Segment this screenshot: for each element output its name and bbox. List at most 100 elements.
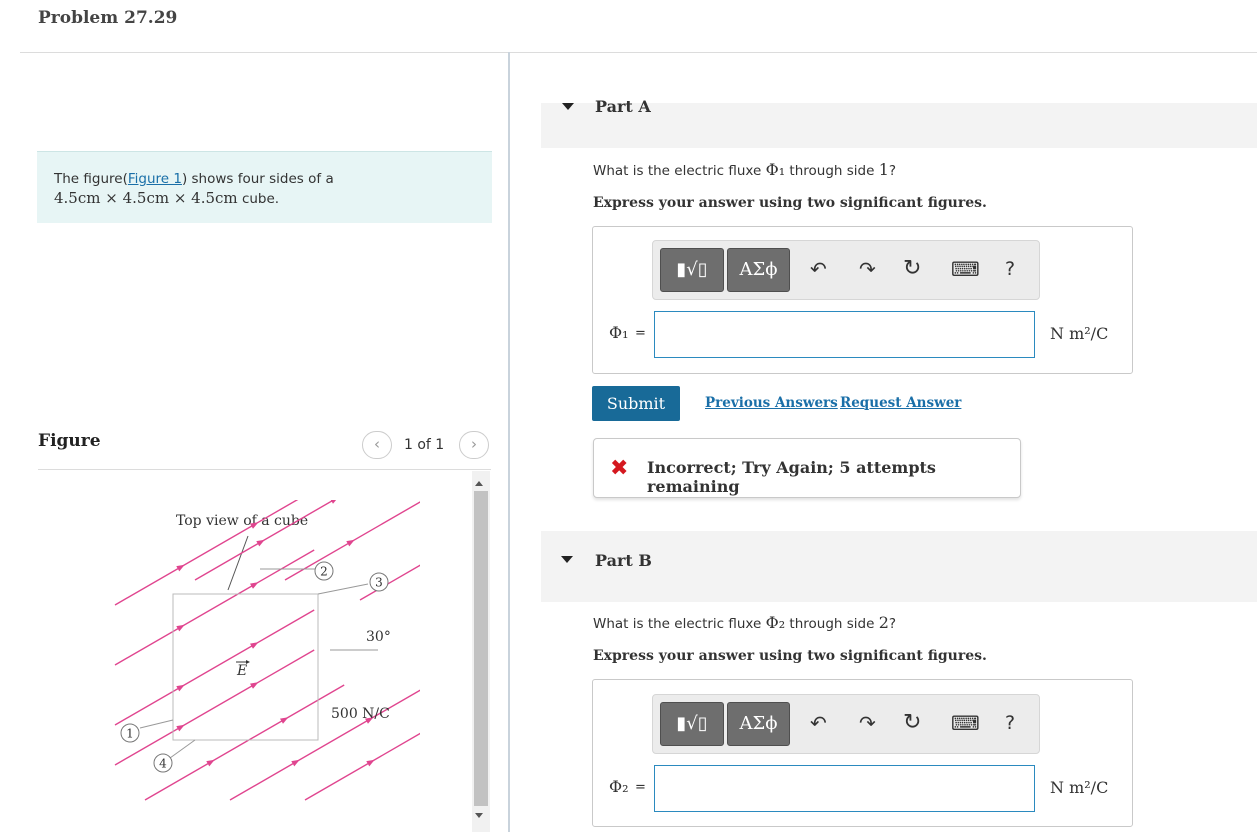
equals-sign: = <box>635 326 646 341</box>
field-arrowhead <box>176 724 185 732</box>
question-end: ? <box>888 616 897 632</box>
part-a-answer-box: ▮√▯ ΑΣϕ ↶ ↷ ↻ ⌨ ? Φ₁ = N m²/C <box>592 226 1133 374</box>
field-arrowhead <box>279 717 289 724</box>
figure-pager-text: 1 of 1 <box>404 437 445 453</box>
panel-divider[interactable] <box>508 52 510 832</box>
statement-text-before: The figure( <box>54 171 128 187</box>
vector-arrowhead-icon <box>246 660 250 664</box>
field-arrowhead <box>249 642 259 649</box>
submit-button[interactable]: Submit <box>592 386 680 421</box>
cube-dimensions: 4.5cm × 4.5cm × 4.5cm <box>54 189 238 207</box>
redo-icon[interactable]: ↷ <box>859 257 876 281</box>
field-arrowhead <box>366 759 375 767</box>
feedback-text: Incorrect; Try Again; 5 attempts remaini… <box>647 458 936 496</box>
answer-symbol: Φ₁ <box>609 323 629 342</box>
side-number: 1 <box>878 160 889 179</box>
side-2-label: 2 <box>320 565 328 579</box>
question-text-middle: through side <box>785 616 879 632</box>
templates-button[interactable]: ▮√▯ <box>660 702 724 746</box>
problem-title: Problem 27.29 <box>38 8 178 28</box>
part-a-title[interactable]: Part A <box>595 97 651 116</box>
field-arrowhead <box>249 582 259 589</box>
answer-input[interactable] <box>654 765 1035 812</box>
answer-symbol: Φ₂ <box>609 777 629 796</box>
field-vector-label: E <box>236 663 247 679</box>
feedback-panel: ✖ Incorrect; Try Again; 5 attempts remai… <box>593 438 1021 498</box>
field-line <box>359 564 420 601</box>
redo-icon[interactable]: ↷ <box>859 711 876 735</box>
answer-unit: N m²/C <box>1050 324 1109 343</box>
field-line <box>194 500 335 581</box>
next-figure-button[interactable]: › <box>459 431 489 459</box>
field-arrowhead <box>206 759 215 767</box>
caret-down-icon[interactable] <box>561 556 573 563</box>
reset-icon[interactable]: ↻ <box>903 256 921 281</box>
side-1-label: 1 <box>126 727 134 741</box>
templates-icon: ▮√▯ <box>676 713 708 734</box>
field-arrowhead <box>249 682 259 689</box>
statement-text-after: ) shows four sides of a <box>181 171 334 187</box>
keyboard-icon[interactable]: ⌨ <box>951 711 980 735</box>
greek-label: ΑΣϕ <box>739 259 778 280</box>
error-x-icon: ✖ <box>610 456 629 481</box>
previous-figure-button[interactable]: ‹ <box>362 431 392 459</box>
request-answer-link[interactable]: Request Answer <box>840 395 961 411</box>
flux-symbol: Φ₁ <box>765 160 786 179</box>
field-line <box>144 684 345 801</box>
field-arrowhead <box>176 624 185 632</box>
greek-symbols-button[interactable]: ΑΣϕ <box>727 702 790 746</box>
figure-label: Figure <box>38 431 101 451</box>
part-b-instruction: Express your answer using two significan… <box>593 648 987 664</box>
question-end: ? <box>888 163 897 179</box>
answer-input[interactable] <box>654 311 1035 358</box>
side-4-label: 4 <box>159 757 167 771</box>
field-magnitude-label: 500 N/C <box>331 706 390 722</box>
field-arrowhead <box>256 539 265 547</box>
field-line <box>114 549 315 666</box>
side-4-leader <box>169 739 196 759</box>
chevron-left-icon: ‹ <box>374 435 380 453</box>
greek-symbols-button[interactable]: ΑΣϕ <box>727 248 790 292</box>
angle-label: 30° <box>366 629 391 645</box>
math-toolbar: ▮√▯ ΑΣϕ ↶ ↷ ↻ ⌨ ? <box>652 240 1040 300</box>
field-arrowhead <box>176 564 185 572</box>
part-b-answer-box: ▮√▯ ΑΣϕ ↶ ↷ ↻ ⌨ ? Φ₂ = N m²/C <box>592 679 1133 827</box>
header-divider <box>20 52 1257 53</box>
part-b-question: What is the electric fluxe Φ₂ through si… <box>593 613 896 632</box>
field-line <box>304 732 420 801</box>
undo-icon[interactable]: ↶ <box>810 257 827 281</box>
side-3-leader <box>317 583 369 595</box>
side-3-label: 3 <box>375 576 383 590</box>
help-button[interactable]: ? <box>1005 712 1015 734</box>
greek-label: ΑΣϕ <box>739 713 778 734</box>
scroll-up-arrow-icon[interactable] <box>475 481 483 486</box>
part-a-instruction: Express your answer using two significan… <box>593 195 987 211</box>
reset-icon[interactable]: ↻ <box>903 710 921 735</box>
templates-icon: ▮√▯ <box>676 259 708 280</box>
equals-sign: = <box>635 780 646 795</box>
side-1-leader <box>139 719 174 729</box>
problem-statement: The figure(Figure 1) shows four sides of… <box>37 151 492 223</box>
part-b-title[interactable]: Part B <box>595 551 652 570</box>
caret-down-icon[interactable] <box>562 103 574 110</box>
flux-symbol: Φ₂ <box>765 613 786 632</box>
templates-button[interactable]: ▮√▯ <box>660 248 724 292</box>
figure-scrollbar-thumb[interactable] <box>474 491 488 806</box>
math-toolbar: ▮√▯ ΑΣϕ ↶ ↷ ↻ ⌨ ? <box>652 694 1040 754</box>
undo-icon[interactable]: ↶ <box>810 711 827 735</box>
keyboard-icon[interactable]: ⌨ <box>951 257 980 281</box>
caption-leader-line <box>227 535 249 591</box>
cube-figure: Top view of a cube 2 3 1 4 30° E 500 N/C <box>114 500 420 801</box>
scroll-down-arrow-icon[interactable] <box>475 813 483 818</box>
field-line <box>284 501 420 581</box>
answer-unit: N m²/C <box>1050 778 1109 797</box>
previous-answers-link[interactable]: Previous Answers <box>705 395 838 411</box>
field-arrowhead <box>176 684 185 692</box>
figure-link[interactable]: Figure 1 <box>128 171 182 187</box>
chevron-right-icon: › <box>471 435 477 453</box>
side-number: 2 <box>878 613 889 632</box>
question-text-middle: through side <box>785 163 879 179</box>
part-a-question: What is the electric fluxe Φ₁ through si… <box>593 160 896 179</box>
question-text: What is the electric fluxe <box>593 163 766 179</box>
help-button[interactable]: ? <box>1005 258 1015 280</box>
